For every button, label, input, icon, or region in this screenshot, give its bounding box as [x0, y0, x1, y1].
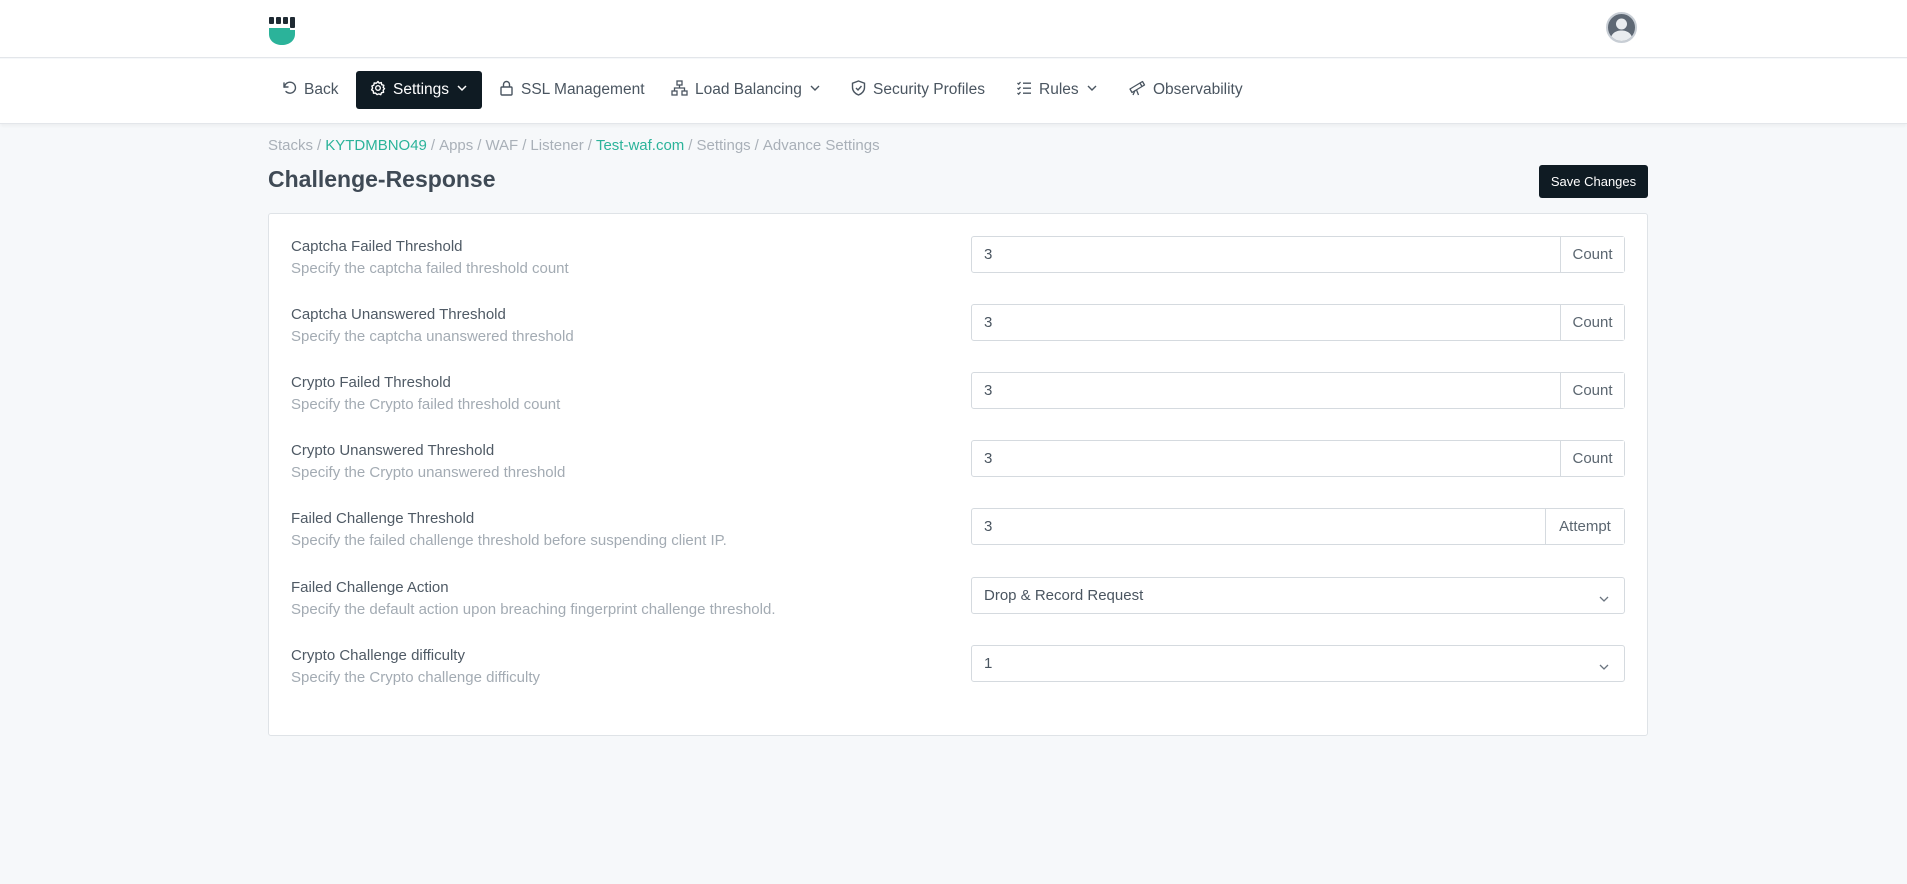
breadcrumb-separator: / — [522, 137, 527, 154]
nav-load-balancing-label: Load Balancing — [695, 81, 802, 98]
setting-row-crypto-difficulty: Crypto Challenge difficulty Specify the … — [291, 645, 1627, 705]
chevron-down-icon — [1598, 659, 1610, 677]
failed-challenge-threshold-field: Attempt — [971, 508, 1625, 545]
checklist-icon — [1016, 80, 1032, 101]
chevron-down-icon — [809, 81, 821, 99]
setting-description: Specify the default action upon breachin… — [291, 601, 776, 618]
breadcrumb-separator: / — [430, 137, 436, 154]
breadcrumb-separator: / — [754, 137, 759, 154]
setting-description: Specify the Crypto challenge difficulty — [291, 669, 541, 686]
nav-security-profiles[interactable]: Security Profiles — [843, 71, 993, 109]
user-avatar[interactable] — [1606, 12, 1637, 43]
breadcrumb-stacks[interactable]: Stacks — [268, 137, 313, 154]
breadcrumb-separator: / — [587, 137, 592, 154]
shield-icon — [851, 79, 866, 101]
nav-observability-label: Observability — [1153, 81, 1243, 98]
nav-security-profiles-label: Security Profiles — [873, 81, 985, 98]
captcha-failed-threshold-field: Count — [971, 236, 1625, 273]
crypto-unanswered-threshold-field: Count — [971, 440, 1625, 477]
setting-description: Specify the captcha failed threshold cou… — [291, 260, 569, 277]
gear-icon — [370, 80, 386, 101]
setting-label: Captcha Unanswered Threshold — [291, 306, 506, 323]
setting-description: Specify the Crypto failed threshold coun… — [291, 396, 561, 413]
crypto-failed-threshold-input[interactable] — [972, 373, 1560, 408]
select-value: 1 — [984, 655, 993, 672]
setting-label: Failed Challenge Threshold — [291, 510, 475, 527]
nav-rules-label: Rules — [1039, 81, 1079, 98]
unit-addon: Count — [1560, 305, 1624, 340]
nav-back[interactable]: Back — [273, 71, 346, 109]
setting-label: Crypto Unanswered Threshold — [291, 442, 495, 459]
undo-icon — [281, 80, 297, 101]
breadcrumb-settings[interactable]: Settings — [696, 137, 750, 154]
nav-ssl-management[interactable]: SSL Management — [491, 71, 653, 109]
nav-load-balancing[interactable]: Load Balancing — [663, 71, 829, 109]
setting-description: Specify the failed challenge threshold b… — [291, 532, 727, 549]
failed-challenge-action-select[interactable]: Drop & Record Request — [971, 577, 1625, 614]
setting-row-failed-challenge-action: Failed Challenge Action Specify the defa… — [291, 577, 1627, 637]
setting-label: Crypto Failed Threshold — [291, 374, 451, 391]
page-title: Challenge-Response — [268, 166, 496, 192]
nav-observability[interactable]: Observability — [1120, 71, 1251, 109]
nav-settings-label: Settings — [393, 81, 450, 98]
breadcrumb-domain[interactable]: Test-waf.com — [596, 137, 684, 154]
nav-settings[interactable]: Settings — [356, 71, 483, 109]
lock-icon — [499, 80, 514, 101]
breadcrumb-apps[interactable]: Apps — [439, 137, 473, 154]
breadcrumb: Stacks / KYTDMBNO49/Apps / WAF / Listener / Test… — [268, 137, 880, 154]
setting-label: Failed Challenge Action — [291, 579, 449, 596]
nav-ssl-label: SSL Management — [521, 81, 645, 98]
setting-row-crypto-unanswered: Crypto Unanswered Threshold Specify the … — [291, 440, 1627, 500]
network-icon — [671, 79, 688, 101]
save-changes-button[interactable]: Save Changes — [1539, 165, 1648, 198]
top-bar — [0, 0, 1907, 58]
setting-label: Captcha Failed Threshold — [291, 238, 463, 255]
setting-label: Crypto Challenge difficulty — [291, 647, 465, 664]
setting-row-crypto-failed: Crypto Failed Threshold Specify the Cryp… — [291, 372, 1627, 432]
breadcrumb-waf[interactable]: WAF — [485, 137, 518, 154]
crypto-failed-threshold-field: Count — [971, 372, 1625, 409]
unit-addon: Count — [1560, 237, 1624, 272]
setting-description: Specify the Crypto unanswered threshold — [291, 464, 566, 481]
setting-row-captcha-unanswered: Captcha Unanswered Threshold Specify the… — [291, 304, 1627, 364]
settings-card: Captcha Failed Threshold Specify the cap… — [268, 213, 1648, 736]
captcha-unanswered-threshold-field: Count — [971, 304, 1625, 341]
breadcrumb-stack-id[interactable]: KYTDMBNO49 — [325, 137, 427, 154]
telescope-icon — [1128, 80, 1146, 101]
secondary-nav: Back Settings SSL Management Load Balanc… — [0, 59, 1907, 124]
breadcrumb-separator: / — [688, 137, 693, 154]
setting-row-failed-challenge-threshold: Failed Challenge Threshold Specify the f… — [291, 508, 1627, 568]
unit-addon: Attempt — [1545, 509, 1624, 544]
captcha-unanswered-threshold-input[interactable] — [972, 305, 1560, 340]
breadcrumb-listener[interactable]: Listener — [530, 137, 583, 154]
breadcrumb-separator: / — [317, 137, 322, 154]
captcha-failed-threshold-input[interactable] — [972, 237, 1560, 272]
unit-addon: Count — [1560, 373, 1624, 408]
unit-addon: Count — [1560, 441, 1624, 476]
brand-logo-icon[interactable] — [268, 16, 296, 46]
chevron-down-icon — [1598, 591, 1610, 609]
crypto-unanswered-threshold-input[interactable] — [972, 441, 1560, 476]
breadcrumb-separator: / — [477, 137, 482, 154]
setting-description: Specify the captcha unanswered threshold — [291, 328, 574, 345]
chevron-down-icon — [1086, 81, 1098, 99]
breadcrumb-current: Advance Settings — [762, 137, 880, 154]
nav-rules[interactable]: Rules — [1008, 71, 1106, 109]
chevron-down-icon — [456, 81, 468, 99]
crypto-challenge-difficulty-select[interactable]: 1 — [971, 645, 1625, 682]
nav-back-label: Back — [304, 81, 339, 98]
failed-challenge-threshold-input[interactable] — [972, 509, 1545, 544]
setting-row-captcha-failed: Captcha Failed Threshold Specify the cap… — [291, 236, 1627, 296]
select-value: Drop & Record Request — [984, 587, 1144, 604]
